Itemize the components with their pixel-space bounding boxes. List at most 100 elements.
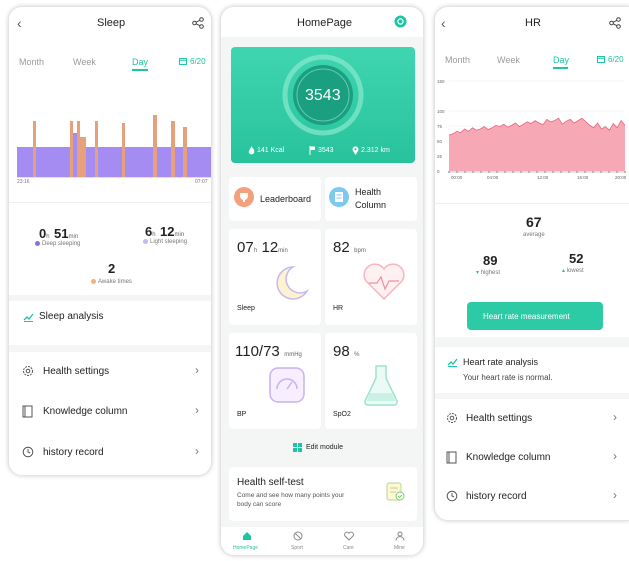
hr-y-tick: 0 xyxy=(437,169,440,174)
sleep-analysis-label[interactable]: Sleep analysis xyxy=(39,311,103,322)
location-pin-icon xyxy=(352,146,359,155)
hr-x-tick: 04:00 xyxy=(487,175,499,180)
hr-x-tick: 00:00 xyxy=(451,175,463,180)
hr-lowest-value: 52 xyxy=(569,251,584,266)
history-icon xyxy=(446,490,458,502)
health-column-label-line1[interactable]: Health xyxy=(355,187,381,197)
page-title: HomePage xyxy=(297,17,353,29)
tab-month[interactable]: Month xyxy=(19,57,44,67)
nav-homepage[interactable]: HomePage xyxy=(233,545,258,551)
hr-axis-dot xyxy=(560,171,562,173)
nav-care[interactable]: Care xyxy=(343,545,354,551)
book-icon xyxy=(446,451,457,464)
gear-icon xyxy=(22,365,34,377)
active-tab-indicator xyxy=(553,67,568,69)
hr-measurement-label[interactable]: Heart rate measurement xyxy=(483,312,570,321)
hr-axis-dot xyxy=(504,171,506,173)
user-icon[interactable] xyxy=(395,531,405,541)
hr-y-tick: 50 xyxy=(437,139,443,144)
sleep-segment xyxy=(98,147,112,177)
bp-module-value: 110/73 mmHg xyxy=(235,343,302,360)
share-icon[interactable] xyxy=(609,17,621,29)
hr-highest-legend: ▾ highest xyxy=(476,270,501,276)
tab-week[interactable]: Week xyxy=(497,55,520,65)
calendar-icon[interactable] xyxy=(179,57,187,65)
chevron-right-icon[interactable]: › xyxy=(195,403,199,417)
spo2-module-value: 98 % xyxy=(333,343,360,360)
arrow-up-icon: ▾ xyxy=(476,270,480,276)
tab-day[interactable]: Day xyxy=(553,55,569,65)
nav-sport[interactable]: Sport xyxy=(291,545,303,551)
menu-knowledge-column[interactable]: Knowledge column xyxy=(43,406,128,417)
chevron-right-icon[interactable]: › xyxy=(195,363,199,377)
sleep-segment xyxy=(77,121,80,177)
sleep-analysis-card[interactable] xyxy=(9,301,211,345)
hr-axis-dot xyxy=(544,171,546,173)
sleep-start-time: 23:16 xyxy=(17,179,30,185)
hr-highest-value: 89 xyxy=(483,253,498,268)
hr-axis-dot xyxy=(568,171,570,173)
home-icon[interactable] xyxy=(242,531,252,541)
hr-axis-dot xyxy=(536,171,538,173)
arrow-down-icon: ▴ xyxy=(562,268,566,274)
hr-axis-dot xyxy=(528,171,530,173)
active-tab-indicator xyxy=(132,69,148,71)
heart-outline-icon[interactable] xyxy=(344,531,354,541)
hr-module-value: 82 bpm xyxy=(333,239,366,256)
trend-chart-icon xyxy=(23,312,34,322)
hr-y-tick: 150 xyxy=(437,79,445,84)
tab-day[interactable]: Day xyxy=(132,57,148,67)
calendar-icon[interactable] xyxy=(597,55,605,63)
deep-sleep-legend: Deep sleeping xyxy=(35,241,80,247)
document-icon xyxy=(329,187,349,207)
health-column-label-line2[interactable]: Column xyxy=(355,200,386,210)
menu-history-record[interactable]: history record xyxy=(43,447,104,458)
sleep-segment xyxy=(171,121,175,177)
sport-icon[interactable] xyxy=(293,531,303,541)
edit-module-button[interactable]: Edit module xyxy=(306,444,343,451)
chevron-right-icon[interactable]: › xyxy=(613,410,617,424)
tab-week[interactable]: Week xyxy=(73,57,96,67)
nav-mine[interactable]: Mine xyxy=(394,545,405,551)
hr-axis-dot xyxy=(584,171,586,173)
chevron-right-icon[interactable]: › xyxy=(195,444,199,458)
hr-x-tick: 20:00 xyxy=(615,175,627,180)
back-icon[interactable]: ‹ xyxy=(441,15,446,31)
divider xyxy=(9,202,211,203)
divider xyxy=(435,203,629,204)
hr-axis-dot xyxy=(576,171,578,173)
hr-axis-dot xyxy=(488,171,490,173)
leaderboard-label[interactable]: Leaderboard xyxy=(260,194,311,204)
tab-month[interactable]: Month xyxy=(445,55,470,65)
menu-health-settings[interactable]: Health settings xyxy=(43,366,109,377)
sleep-segment xyxy=(143,147,153,177)
menu-knowledge-column[interactable]: Knowledge column xyxy=(466,452,551,463)
sleep-segment xyxy=(122,123,125,177)
menu-health-settings[interactable]: Health settings xyxy=(466,413,532,424)
chevron-right-icon[interactable]: › xyxy=(613,449,617,463)
awake-count: 2 xyxy=(108,261,116,276)
date-label[interactable]: 6/20 xyxy=(190,57,206,66)
hr-axis-dot xyxy=(552,171,554,173)
book-icon xyxy=(22,405,33,418)
hr-analysis-title[interactable]: Heart rate analysis xyxy=(463,357,538,367)
moon-icon xyxy=(271,263,311,303)
hr-axis-dot xyxy=(512,171,514,173)
flame-icon xyxy=(248,146,255,155)
sleep-segment xyxy=(175,147,183,177)
hr-module-label: HR xyxy=(333,305,344,312)
share-icon[interactable] xyxy=(192,17,204,29)
app-logo-icon[interactable] xyxy=(394,15,407,28)
hr-analysis-card[interactable] xyxy=(435,347,629,393)
trophy-icon xyxy=(234,187,254,207)
menu-history-record[interactable]: history record xyxy=(466,491,527,502)
back-icon[interactable]: ‹ xyxy=(17,15,22,31)
sleep-segment xyxy=(80,137,86,177)
date-label[interactable]: 6/20 xyxy=(608,55,624,64)
sleep-segment xyxy=(157,147,171,177)
sleep-segment xyxy=(54,147,70,177)
checklist-icon xyxy=(384,481,406,503)
spo2-module-label: SpO2 xyxy=(333,411,351,418)
sleep-segment xyxy=(70,121,73,177)
chevron-right-icon[interactable]: › xyxy=(613,488,617,502)
